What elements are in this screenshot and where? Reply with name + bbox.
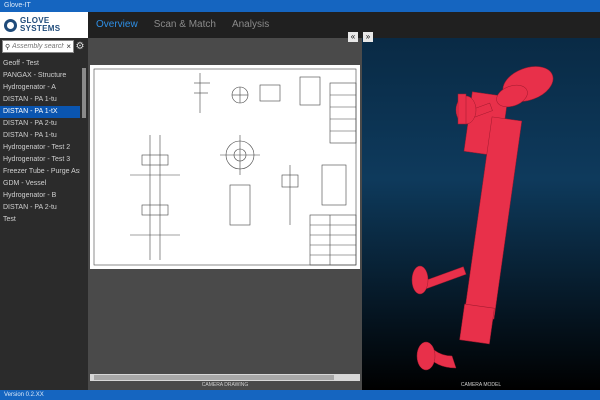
brand-line2: SYSTEMS [20,24,61,33]
drawing-hscrollbar[interactable] [90,374,360,381]
drawing-sheet-graphic [93,68,357,266]
search-icon: ⚲ [5,43,11,51]
collapse-right-button[interactable]: » [363,32,373,42]
tab-analysis[interactable]: Analysis [224,12,277,38]
engineering-drawing[interactable] [90,65,360,269]
search-row: ⚲ × ⚙ [0,38,88,55]
assembly-list-item[interactable]: DISTAN - PA 1-tu [0,130,80,142]
assembly-list-item[interactable]: Hydrogenator - B [0,190,80,202]
assembly-list-item[interactable]: Test [0,214,80,226]
assembly-list-item[interactable]: DISTAN - PA 2-tu [0,202,80,214]
logo-mark-icon [4,18,17,32]
assembly-list-item[interactable]: Geoff - Test [0,58,80,70]
tab-scan-match[interactable]: Scan & Match [146,12,224,38]
assembly-list-item[interactable]: Hydrogenator - A [0,82,80,94]
model-caption: CAMERA MODEL [460,382,502,388]
assembly-list-item[interactable]: Hydrogenator - Test 2 [0,142,80,154]
assembly-list-item[interactable]: DISTAN - PA 2-tu [0,118,80,130]
assembly-list-item[interactable]: GDM - Vessel [0,178,80,190]
drawing-pane: « CAMERA DRAWING [88,32,362,390]
tab-overview[interactable]: Overview [88,12,146,38]
search-input[interactable] [12,43,64,50]
status-bar: Version 0.2.XX [0,390,600,400]
assembly-list-item[interactable]: PANGAX - Structure [0,70,80,82]
gear-icon[interactable]: ⚙ [74,40,86,53]
list-scroll-thumb[interactable] [82,68,86,118]
drawing-hscroll-thumb[interactable] [94,375,334,380]
brand-logo: GLOVE SYSTEMS [0,12,88,38]
3d-vessel-model [411,66,554,371]
close-icon[interactable]: × [64,42,71,51]
assembly-list-item[interactable]: Freezer Tube - Purge Assem [0,166,80,178]
drawing-caption: CAMERA DRAWING [201,382,249,388]
assembly-list-item[interactable]: DISTAN - PA 1-tX [0,106,80,118]
assembly-list-item[interactable]: DISTAN - PA 1-tu [0,94,80,106]
search-box[interactable]: ⚲ × [2,40,74,53]
assembly-list-item[interactable]: Hydrogenator - Test 3 [0,154,80,166]
model-pane[interactable]: » CAMERA MODEL [362,32,600,390]
assembly-sidebar: ⚲ × ⚙ Geoff - TestPANGAX - StructureHydr… [0,38,88,390]
collapse-left-button[interactable]: « [348,32,358,42]
main-tabs: Overview Scan & Match Analysis [88,12,600,38]
window-title: Glove-IT [4,2,31,9]
status-text: Version 0.2.XX [4,392,44,398]
window-titlebar: Glove-IT [0,0,600,12]
assembly-list: Geoff - Test PANGAX - Structure Hydrogenat… [0,58,80,258]
list-scrollbar[interactable] [81,58,87,258]
